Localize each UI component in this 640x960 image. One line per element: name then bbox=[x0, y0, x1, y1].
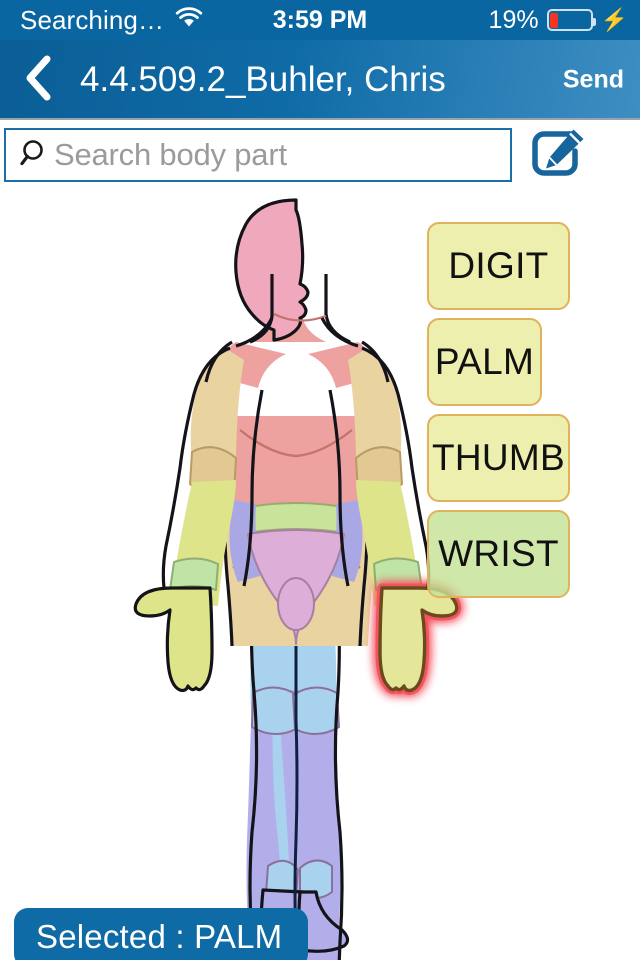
search-icon bbox=[18, 136, 52, 175]
compose-button[interactable] bbox=[524, 126, 596, 184]
search-input[interactable]: Search body part bbox=[4, 128, 512, 182]
navigation-bar: 4.4.509.2_Buhler, Chris Send bbox=[0, 40, 640, 120]
battery-percent-label: 19% bbox=[488, 5, 539, 34]
battery-fill bbox=[550, 12, 559, 28]
body-part-label-text: DIGIT bbox=[448, 245, 549, 286]
body-part-label-text: WRIST bbox=[438, 533, 559, 574]
body-part-label-digit[interactable]: DIGIT bbox=[427, 222, 570, 310]
body-map-canvas[interactable]: DIGIT PALM THUMB WRIST bbox=[0, 190, 640, 960]
battery-icon bbox=[546, 9, 596, 31]
send-button[interactable]: Send bbox=[563, 66, 624, 95]
body-part-label-text: THUMB bbox=[431, 437, 566, 478]
status-bar-right: 19% ⚡ bbox=[489, 6, 628, 35]
battery-cap bbox=[592, 18, 596, 26]
compose-pencil-icon bbox=[530, 124, 590, 187]
app-root: Searching… 3:59 PM 19% ⚡ 4.4.509.2_Buhle… bbox=[0, 0, 640, 960]
body-part-label-palm[interactable]: PALM bbox=[427, 318, 542, 406]
lightning-bolt-icon: ⚡ bbox=[600, 7, 628, 32]
body-part-label-thumb[interactable]: THUMB bbox=[427, 414, 570, 502]
selected-part-banner: Selected : PALM bbox=[14, 908, 309, 960]
back-button[interactable] bbox=[16, 54, 60, 107]
page-title: 4.4.509.2_Buhler, Chris bbox=[80, 60, 446, 99]
body-part-label-text: PALM bbox=[434, 341, 535, 382]
search-row: Search body part bbox=[0, 126, 640, 188]
search-placeholder: Search body part bbox=[54, 137, 287, 172]
chevron-left-icon bbox=[22, 54, 54, 107]
body-part-label-wrist[interactable]: WRIST bbox=[427, 510, 570, 598]
status-bar: Searching… 3:59 PM 19% ⚡ bbox=[0, 0, 640, 40]
nav-divider bbox=[0, 118, 640, 120]
